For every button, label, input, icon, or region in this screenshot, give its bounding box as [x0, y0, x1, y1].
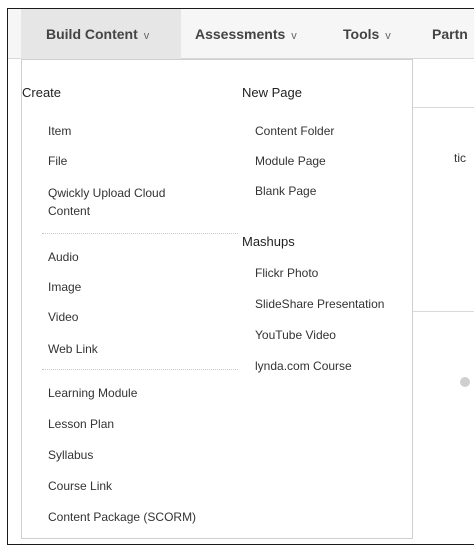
assessments-label: Assessments: [195, 26, 286, 42]
menu-item-course-link[interactable]: Course Link: [48, 477, 112, 495]
build-content-tab[interactable]: Build Content v: [21, 9, 181, 59]
menu-item-lynda-course[interactable]: lynda.com Course: [255, 357, 352, 375]
menu-item-qwickly-upload[interactable]: Qwickly Upload Cloud Content: [48, 184, 198, 220]
chevron-down-icon: v: [385, 30, 391, 42]
new-page-header: New Page: [242, 85, 302, 100]
divider: [42, 233, 238, 234]
create-header: Create: [22, 85, 62, 100]
menu-item-module-page[interactable]: Module Page: [255, 152, 326, 170]
menu-item-flickr-photo[interactable]: Flickr Photo: [255, 264, 318, 282]
build-content-dropdown: Create Item File Qwickly Upload Cloud Co…: [21, 59, 413, 539]
background-divider: [413, 107, 474, 108]
build-content-label: Build Content: [46, 26, 138, 42]
menu-item-item[interactable]: Item: [48, 122, 71, 140]
chevron-down-icon: v: [143, 30, 150, 42]
menu-item-syllabus[interactable]: Syllabus: [48, 446, 93, 464]
chevron-down-icon: v: [291, 30, 297, 42]
tools-tab[interactable]: Tools v: [329, 9, 418, 59]
menu-item-content-folder[interactable]: Content Folder: [255, 122, 334, 140]
menu-item-learning-module[interactable]: Learning Module: [48, 384, 137, 402]
menu-item-audio[interactable]: Audio: [48, 248, 79, 266]
menu-item-file[interactable]: File: [48, 152, 67, 170]
divider: [42, 369, 238, 370]
menu-item-video[interactable]: Video: [48, 308, 78, 326]
menu-item-content-package[interactable]: Content Package (SCORM): [48, 508, 196, 526]
menu-item-youtube-video[interactable]: YouTube Video: [255, 326, 336, 344]
menu-item-slideshare[interactable]: SlideShare Presentation: [255, 295, 384, 313]
course-menubar: Build Content v Assessments v Tools v Partn: [8, 9, 474, 59]
menu-item-image[interactable]: Image: [48, 278, 81, 296]
tools-label: Tools: [343, 26, 380, 42]
background-divider: [413, 311, 474, 312]
partner-tab[interactable]: Partn: [418, 9, 474, 59]
background-handle-icon: [460, 377, 470, 387]
menu-item-web-link[interactable]: Web Link: [48, 340, 98, 358]
assessments-tab[interactable]: Assessments v: [181, 9, 328, 59]
background-text-fragment: tic: [454, 151, 466, 165]
partner-label: Partn: [432, 26, 468, 42]
course-window: Build Content v Assessments v Tools v Partn…: [7, 8, 474, 545]
mashups-header: Mashups: [242, 234, 295, 249]
menu-item-lesson-plan[interactable]: Lesson Plan: [48, 415, 114, 433]
menu-item-blank-page[interactable]: Blank Page: [255, 182, 316, 200]
